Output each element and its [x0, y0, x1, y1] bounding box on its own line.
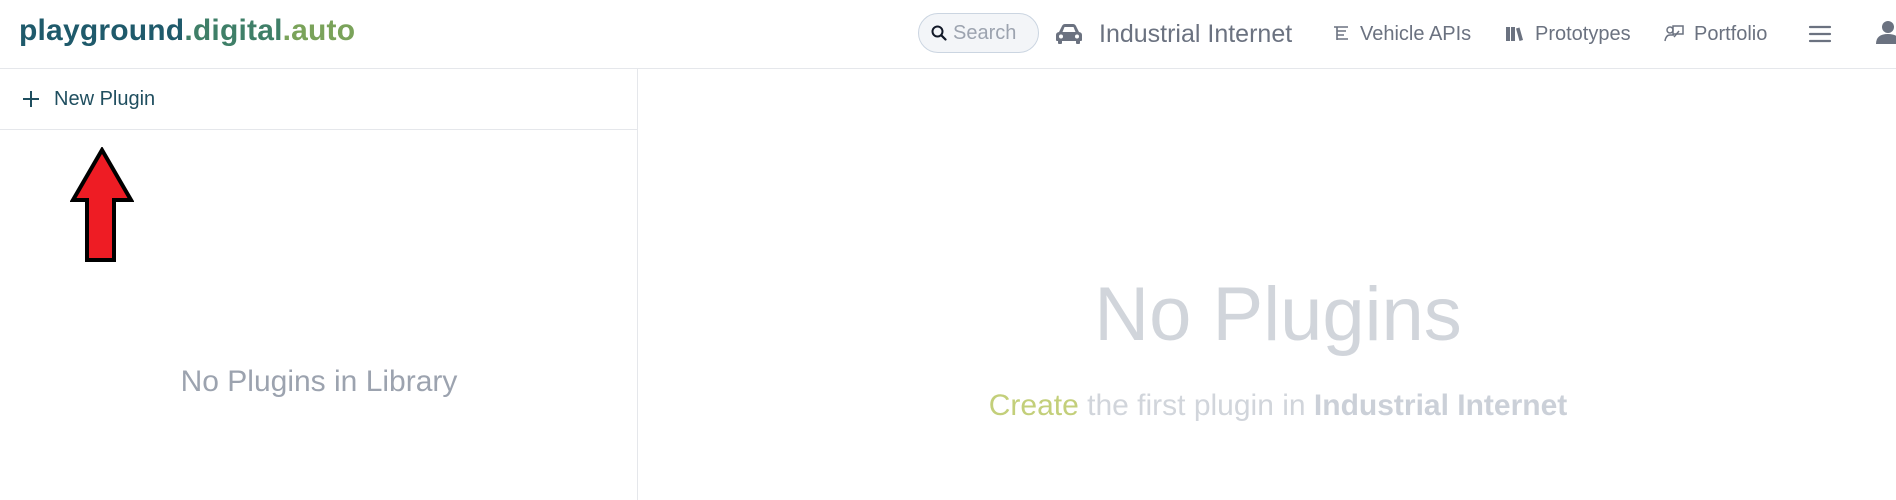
search-box[interactable]: [918, 13, 1039, 53]
logo-part-digital: .digital: [184, 14, 283, 47]
subtitle-text: the first plugin in: [1078, 389, 1314, 422]
user-icon[interactable]: [1874, 18, 1896, 48]
search-input[interactable]: [953, 21, 1033, 45]
nav-vehicle-apis-label: Vehicle APIs: [1360, 22, 1472, 45]
top-navbar: playground.digital.auto Industrial Inter…: [0, 0, 1896, 69]
plus-icon: [23, 91, 39, 107]
create-plugin-link[interactable]: Create: [989, 389, 1079, 422]
search-icon: [931, 25, 947, 41]
subtitle-model-name: Industrial Internet: [1313, 389, 1568, 422]
new-plugin-label: New Plugin: [54, 87, 156, 110]
red-up-arrow-icon: [70, 147, 134, 262]
nav-portfolio[interactable]: Portfolio: [1664, 14, 1767, 54]
nav-prototypes-label: Prototypes: [1535, 22, 1631, 45]
tree-list-icon: [1334, 26, 1348, 40]
hamburger-menu-icon[interactable]: [1808, 22, 1832, 46]
empty-state-subtitle: Create the first plugin in Industrial In…: [639, 389, 1896, 423]
model-name: Industrial Internet: [1099, 19, 1293, 48]
logo[interactable]: playground.digital.auto: [19, 14, 355, 48]
empty-library-message: No Plugins in Library: [180, 365, 458, 398]
presentation-icon: [1664, 25, 1684, 42]
nav-vehicle-apis[interactable]: Vehicle APIs: [1332, 14, 1471, 54]
car-icon: [1056, 24, 1082, 44]
logo-part-playground: playground: [19, 14, 185, 47]
model-selector[interactable]: Industrial Internet: [1055, 14, 1292, 54]
logo-part-auto: .auto: [282, 14, 356, 47]
new-plugin-button[interactable]: New Plugin: [0, 69, 638, 130]
empty-state-title: No Plugins: [1094, 272, 1462, 357]
library-icon: [1506, 27, 1523, 41]
plugin-library-panel: New Plugin No Plugins in Library: [0, 69, 638, 500]
main-content: No Plugins Create the first plugin in In…: [639, 69, 1896, 500]
nav-portfolio-label: Portfolio: [1694, 22, 1768, 45]
nav-prototypes[interactable]: Prototypes: [1505, 14, 1631, 54]
